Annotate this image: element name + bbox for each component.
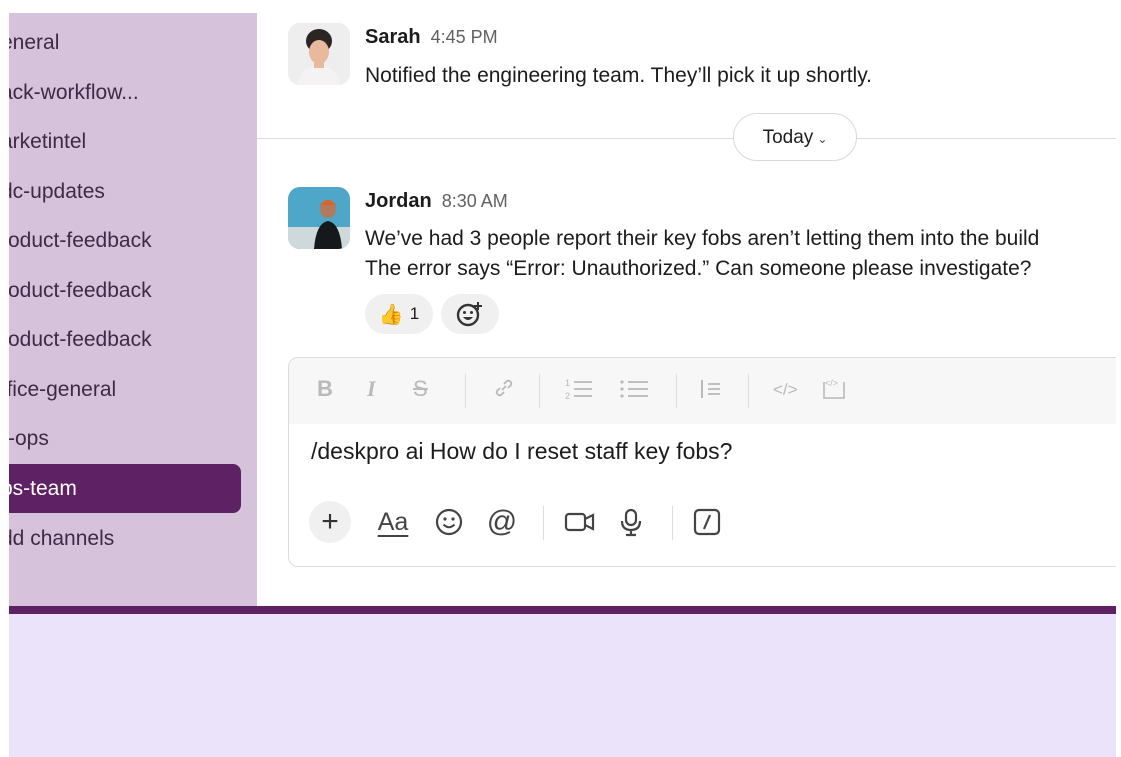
date-divider-label: Today [762,127,814,148]
toolbar-divider [465,374,466,408]
italic-icon[interactable]: I [367,376,376,402]
link-icon[interactable] [492,376,516,406]
person-icon [288,187,350,249]
message-timestamp[interactable]: 4:45 PM [431,27,498,47]
add-reaction-icon [456,302,482,327]
thumbs-up-icon: 👍 [378,303,404,326]
message-input[interactable]: /deskpro ai How do I reset staff key fob… [311,438,732,465]
channel-label: roduct-feedback [9,328,152,351]
message-pane: Sarah 4:45 PM Notified the engineering te… [257,13,1116,606]
chevron-down-icon: ⌄ [817,132,828,146]
channel-label: ps-team [9,477,77,500]
person-icon [288,23,350,85]
reaction-count: 1 [409,304,420,323]
slash-command-icon[interactable] [691,502,723,542]
toolbar-divider [539,374,540,408]
message-text: Notified the engineering team. They’ll p… [365,64,872,87]
message-composer: B I S 12 </> </> /deskpro ai How do I re… [288,357,1116,567]
bold-icon[interactable]: B [317,376,333,402]
toolbar-divider [672,506,673,540]
channel-label: roduct-feedback [9,229,152,252]
channel-label: eneral [9,31,60,54]
toolbar-divider [748,374,749,408]
ordered-list-icon[interactable]: 12 [565,376,593,408]
sidebar-channel-slack-workflow[interactable]: ack-workflow... [9,68,241,117]
toolbar-divider [676,374,677,408]
sidebar-channel-marketintel[interactable]: arketintel [9,117,241,166]
bullet-list-icon[interactable] [619,376,649,408]
sender-name[interactable]: Jordan [365,190,432,212]
message-header: Jordan 8:30 AM [365,190,508,213]
microphone-icon[interactable] [618,502,644,542]
message-text-line-1: We’ve had 3 people report their key fobs… [365,227,1040,250]
channel-label: arketintel [9,130,87,153]
channel-label: ack-workflow... [9,81,139,104]
date-divider-button[interactable]: Today ⌄ [733,113,857,161]
sidebar-channel-general[interactable]: eneral [9,18,241,67]
sidebar-channel-product-feedback-2[interactable]: roduct-feedback [9,266,241,315]
code-icon[interactable]: </> [773,380,798,400]
emoji-icon[interactable] [433,502,465,542]
message-timestamp[interactable]: 8:30 AM [442,191,508,211]
sidebar-channel-ops-team[interactable]: ps-team [9,464,241,513]
mention-icon[interactable]: @ [486,502,518,542]
channel-label: dc-updates [9,180,105,203]
avatar-jordan[interactable] [288,187,350,249]
sidebar-channel-it-ops[interactable]: r-ops [9,414,241,463]
add-reaction-button[interactable] [441,294,499,334]
sidebar-channel-product-feedback-1[interactable]: roduct-feedback [9,216,241,265]
window-bottom-border [9,606,1116,614]
avatar-sarah[interactable] [288,23,350,85]
message-header: Sarah 4:45 PM [365,26,498,49]
blockquote-icon[interactable] [700,376,722,408]
channel-label: ffice-general [9,378,117,401]
reaction-thumbs-up[interactable]: 👍 1 [365,294,433,334]
sidebar-channel-office-general[interactable]: ffice-general [9,365,241,414]
toolbar-divider [543,506,544,540]
text-format-icon[interactable]: Aa [375,502,411,542]
date-divider-line [257,138,1116,139]
message-text-line-2: The error says “Error: Unauthorized.” Ca… [365,257,1032,280]
strikethrough-icon[interactable]: S [413,376,428,402]
sender-name[interactable]: Sarah [365,26,421,48]
sidebar-add-channels[interactable]: dd channels [9,514,241,563]
sidebar-channel-dc-updates[interactable]: dc-updates [9,167,241,216]
sidebar-channel-product-feedback-3[interactable]: roduct-feedback [9,315,241,364]
formatting-toolbar: B I S 12 </> </> [289,358,1116,424]
channel-label: r-ops [9,427,49,450]
text-format-label: Aa [377,507,409,536]
video-icon[interactable] [564,502,596,542]
app-frame: eneral ack-workflow... arketintel dc-upd… [9,13,1116,757]
svg-text:2: 2 [565,391,570,401]
channel-sidebar: eneral ack-workflow... arketintel dc-upd… [9,13,257,606]
plus-icon[interactable]: + [309,501,351,543]
code-block-icon[interactable]: </> [821,376,847,408]
svg-text:1: 1 [565,378,570,388]
channel-label: roduct-feedback [9,279,152,302]
channel-label: dd channels [9,527,115,550]
mention-label: @ [486,505,518,538]
svg-text:</>: </> [825,378,838,388]
